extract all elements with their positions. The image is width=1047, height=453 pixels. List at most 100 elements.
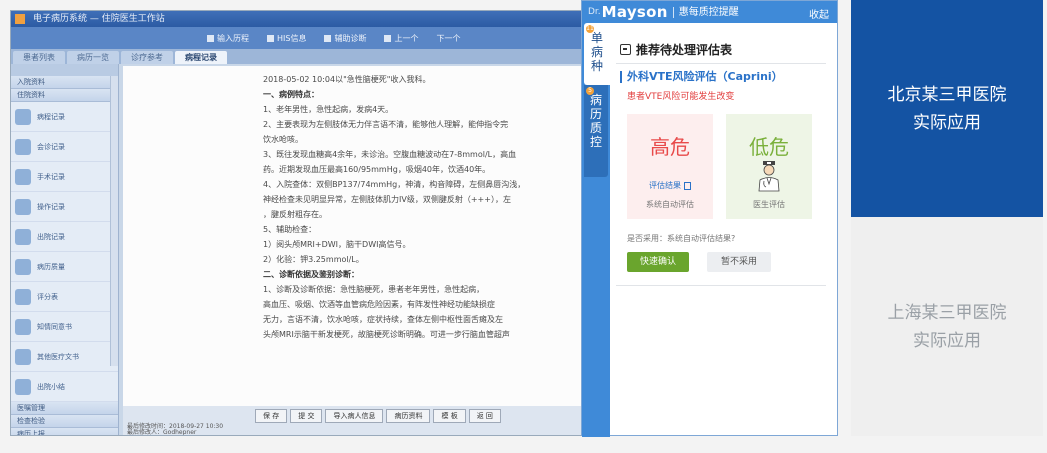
document-line: 3、既往发现血糖高4余年，未诊治。空腹血糖波动在7-8mmol/L，高血 <box>263 150 517 159</box>
document-line: 4、入院查体：双侧BP137/74mmHg，神清，构音障碍，左侧鼻唇沟浅， <box>263 180 526 189</box>
panel-header: Dr. Mayson 惠每质控提醒 收起 <box>582 1 837 23</box>
panel-side-tabs: 11 单病种 5 病历质控 <box>582 23 610 437</box>
tab-patient-list[interactable]: 患者列表 <box>13 51 65 64</box>
emr-action-button[interactable]: 提 交 <box>290 409 323 423</box>
left-nav-category[interactable]: 住院资料 <box>11 89 118 102</box>
tab-reference[interactable]: 诊疗参考 <box>121 51 173 64</box>
left-nav-category[interactable]: 入院资料 <box>11 76 118 89</box>
side-tab-char: 病 <box>589 93 602 107</box>
document-line: 二、诊断依据及鉴别诊断： <box>263 270 359 279</box>
mayson-panel: Dr. Mayson 惠每质控提醒 收起 11 单病种 5 病历质控 推荐待处理… <box>581 0 838 437</box>
reject-button[interactable]: 暂不采用 <box>707 252 771 272</box>
emr-action-button[interactable]: 返 回 <box>468 409 501 423</box>
emr-action-button[interactable]: 模 板 <box>433 409 466 423</box>
emr-document[interactable]: 2018-05-02 10:04以"急性脑梗死"收入我科。 一、病例特点： 1、老年… <box>123 66 584 406</box>
record-icon <box>15 168 31 185</box>
emr-footer: 最后修改时间：2018-09-27 10:30 最后修改人：Godhepner <box>127 424 223 436</box>
left-nav-item-label: 评分表 <box>37 292 58 301</box>
tab-progress-note[interactable]: 病程记录 <box>175 51 227 64</box>
hospital-tab-shanghai[interactable]: 上海某三甲医院 实际应用 <box>851 217 1043 436</box>
brand-subtitle: 惠每质控提醒 <box>672 6 739 18</box>
emr-action-button[interactable]: 病历资料 <box>386 409 431 423</box>
adopt-question: 是否采用：系统自动评估结果? <box>627 234 736 243</box>
document-line: 2018-05-02 10:04以"急性脑梗死"收入我科。 <box>263 75 431 84</box>
left-nav-item[interactable]: 评分表 <box>11 282 118 312</box>
hospital-name: 上海某三甲医院 <box>887 302 1007 323</box>
toolbar-button-his[interactable]: HIS信息 <box>261 31 312 46</box>
left-nav-item-label: 出院记录 <box>37 232 65 241</box>
left-nav-category[interactable]: 检查检验 <box>11 415 118 428</box>
high-risk-label: 高危 <box>650 135 690 159</box>
left-nav-item-label: 其他医疗文书 <box>37 352 79 361</box>
document-line: 头颅MRI示脑干新发梗死，故脑梗死诊断明确。可进一步行脑血管超声 <box>263 330 510 339</box>
toolbar-button-prev[interactable]: 上一个 <box>378 31 424 46</box>
side-tab-record-qc[interactable]: 5 病历质控 <box>584 85 608 177</box>
assessment-result-link[interactable]: 评估结果 <box>627 180 713 191</box>
record-icon <box>15 348 31 365</box>
left-nav-item-label: 病程记录 <box>37 112 65 121</box>
left-nav-item[interactable]: 其他医疗文书 <box>11 342 118 372</box>
divider <box>616 63 826 64</box>
collapse-button[interactable]: 收起 <box>809 6 829 21</box>
brand-prefix: Dr. <box>588 7 601 17</box>
divider <box>616 285 826 286</box>
document-line: 1）阅头颅MRI+DWI，脑干DWI高信号。 <box>263 240 411 249</box>
left-nav-item[interactable]: 手术记录 <box>11 162 118 192</box>
side-tab-char: 病 <box>590 45 603 59</box>
emr-title: 电子病历系统 — 住院医生工作站 <box>33 14 165 24</box>
record-icon <box>15 198 31 215</box>
quick-confirm-button[interactable]: 快速确认 <box>627 252 689 272</box>
left-nav-item[interactable]: 病历质量 <box>11 252 118 282</box>
toolbar-button-assist[interactable]: 辅助诊断 <box>318 31 372 46</box>
emr-action-button[interactable]: 导入病人信息 <box>325 409 384 423</box>
brand-name: Mayson <box>601 3 668 21</box>
document-line: 2）化验：钾3.25mmol/L。 <box>263 255 364 264</box>
emr-action-button[interactable]: 保 存 <box>255 409 288 423</box>
toolbar-button-history[interactable]: 输入历程 <box>201 31 255 46</box>
app-logo-icon <box>15 14 25 24</box>
document-line: 无力，言语不清，饮水呛咳，症状持续，查体左侧中枢性面舌瘫及左 <box>263 315 503 324</box>
document-line: 5、辅助检查： <box>263 225 317 234</box>
side-tab-char: 种 <box>590 59 603 73</box>
left-nav-item[interactable]: 会诊记录 <box>11 132 118 162</box>
toolbar-button-next[interactable]: 下一个 <box>430 31 466 46</box>
left-nav-item[interactable]: 出院记录 <box>11 222 118 252</box>
side-tab-char: 历 <box>589 107 602 121</box>
left-nav-item-label: 出院小结 <box>37 382 65 391</box>
emr-tabs: 患者列表 病历一览 诊疗参考 病程记录 <box>11 49 584 64</box>
doctor-assessment-caption: 医生评估 <box>753 200 785 209</box>
left-nav-category[interactable]: 病历上报 <box>11 428 118 435</box>
emr-window: 电子病历系统 — 住院医生工作站 输入历程 HIS信息 辅助诊断 上一个 下一个… <box>10 10 585 436</box>
hospital-tab-beijing[interactable]: 北京某三甲医院 实际应用 <box>851 0 1043 217</box>
document-line: ，腱反射粗存在。 <box>263 210 327 219</box>
tab-record-overview[interactable]: 病历一览 <box>67 51 119 64</box>
left-nav-item[interactable]: 操作记录 <box>11 192 118 222</box>
emr-bottom-bar: 保 存提 交导入病人信息 病历资料模 板返 回 最后修改时间：2018-09-27… <box>123 406 584 436</box>
document-line: 神经检查未见明显异常，左侧肢体肌力IV级，双侧腱反射（+++），左 <box>263 195 511 204</box>
assessment-name[interactable]: 外科VTE风险评估（Caprini） <box>620 71 783 83</box>
side-tab-char: 质 <box>589 121 602 135</box>
badge-record-qc: 5 <box>586 87 594 95</box>
left-nav-item[interactable]: 病程记录 <box>11 102 118 132</box>
record-icon <box>15 378 31 395</box>
stage: 电子病历系统 — 住院医生工作站 输入历程 HIS信息 辅助诊断 上一个 下一个… <box>0 0 1047 453</box>
left-nav-category[interactable]: 医嘱管理 <box>11 402 118 415</box>
panel-content: 推荐待处理评估表 外科VTE风险评估（Caprini） 患者VTE风险可能发生改… <box>610 23 838 437</box>
left-nav-item-label: 病历质量 <box>37 262 65 271</box>
document-line: 1、老年男性，急性起病，发病4天。 <box>263 105 394 114</box>
his-icon <box>267 34 274 42</box>
left-nav-item-label: 操作记录 <box>37 202 65 211</box>
left-nav-items: 病程记录会诊记录 手术记录操作记录出院记录病历质量评分表知情同意书其他医疗文书 出院… <box>11 102 118 402</box>
left-nav-item[interactable]: 知情同意书 <box>11 312 118 342</box>
doctor-icon <box>758 161 780 192</box>
document-line: 药。近期发现血压最高160/95mmHg，吸烟40年，饮酒40年。 <box>263 165 491 174</box>
record-icon <box>15 258 31 275</box>
left-nav-item[interactable]: 出院小结 <box>11 372 118 402</box>
record-icon <box>15 318 31 335</box>
hospital-sub: 实际应用 <box>913 112 981 133</box>
emr-toolbar: 输入历程 HIS信息 辅助诊断 上一个 下一个 <box>11 27 584 49</box>
low-risk-label: 低危 <box>749 135 789 159</box>
document-line: 2、主要表现为左侧肢体无力伴言语不清，能够他人理解，能伸指令完 <box>263 120 509 129</box>
side-tab-single-disease[interactable]: 11 单病种 <box>584 23 610 85</box>
left-nav-scrollbar[interactable] <box>110 76 118 366</box>
